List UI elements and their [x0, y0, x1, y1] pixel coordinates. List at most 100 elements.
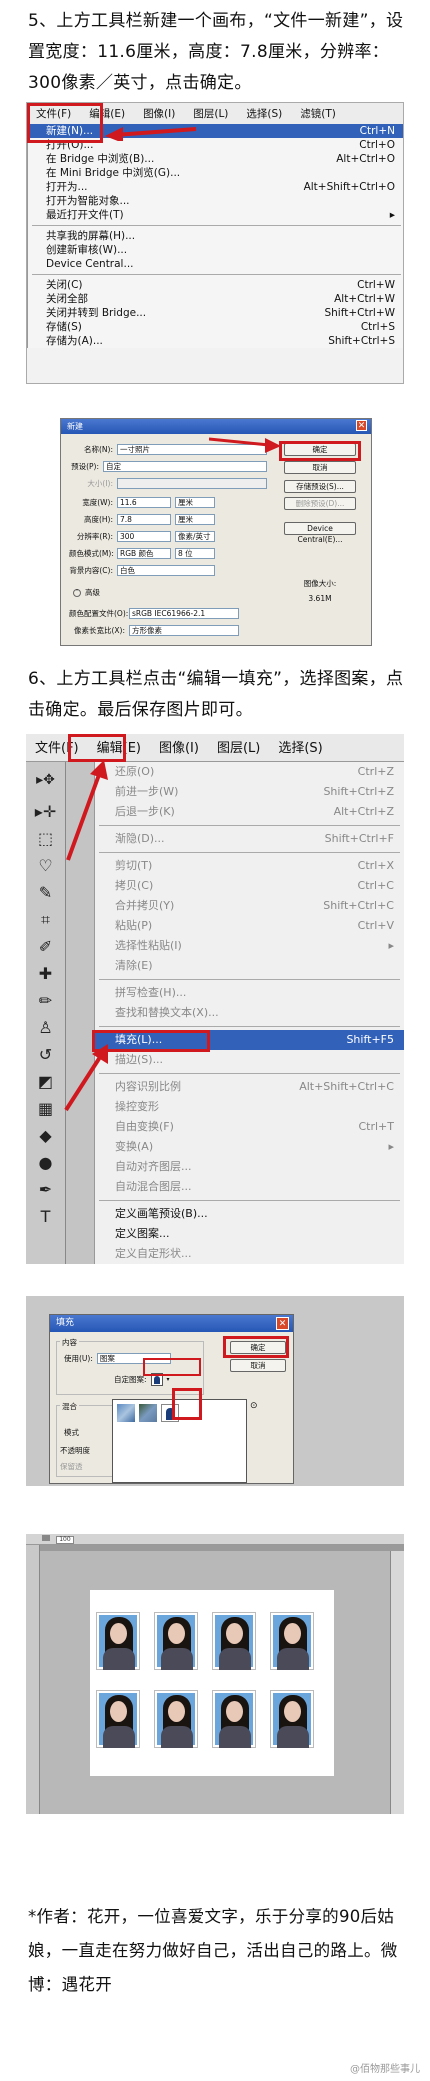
menu-item-label: 清除(E) — [115, 959, 153, 972]
menu-item-label: 后退一步(K) — [115, 805, 175, 818]
cancel-button[interactable]: 取消 — [230, 1359, 286, 1372]
background-select[interactable]: 白色 — [117, 565, 215, 576]
menu-item[interactable]: 打开为智能对象... — [28, 194, 403, 208]
custom-pattern-label: 自定图案: — [114, 1375, 147, 1384]
menu-item-shortcut: ▸ — [388, 1140, 394, 1153]
menu-item-shortcut: Shift+Ctrl+F — [324, 832, 394, 845]
menu-bar-item[interactable]: 选择(S) — [237, 103, 291, 124]
menu-item-label: Device Central... — [46, 258, 134, 270]
author-note: *作者：花开，一位喜爱文字，乐于分享的90后姑娘，一直走在努力做好自己，活出自己… — [28, 1907, 398, 1994]
pattern-thumb[interactable] — [117, 1404, 135, 1422]
menu-item: 查找和替换文本(X)... — [95, 1003, 404, 1023]
file-menu-list: 新建(N)... Ctrl+N 打开(O)... Ctrl+O 在 Bridge 中浏览… — [27, 124, 403, 348]
resolution-unit-select[interactable]: 像素/英寸 — [175, 531, 215, 542]
height-field[interactable]: 7.8 — [117, 514, 171, 525]
menu-item-label: 选择性粘贴(I) — [115, 939, 182, 952]
advanced-label: 高级 — [85, 588, 100, 597]
menu-item[interactable]: 定义图案... — [95, 1224, 404, 1244]
menu-item[interactable]: 关闭(C) Ctrl+W — [28, 278, 403, 292]
image-size-label: 图像大小: — [303, 579, 337, 588]
options-bar: 100 — [26, 1534, 404, 1545]
pen-tool-icon[interactable]: ✒ — [26, 1176, 65, 1203]
healing-tool-icon[interactable]: ✚ — [26, 960, 65, 987]
menu-item-shortcut: Shift+Ctrl+W — [324, 307, 395, 319]
dropdown-arrow-icon[interactable]: ▾ — [167, 1376, 170, 1383]
menu-item-label: 关闭并转到 Bridge... — [46, 307, 147, 319]
width-unit-select[interactable]: 厘米 — [175, 497, 215, 508]
id-photo — [96, 1612, 140, 1670]
expand-icon[interactable]: ˄ — [73, 588, 81, 597]
menu-item-shortcut: Ctrl+N — [359, 125, 395, 137]
zoom-field[interactable]: 100 — [55, 1536, 74, 1544]
menu-item[interactable]: 关闭全部 Alt+Ctrl+W — [28, 292, 403, 306]
canvas — [90, 1590, 334, 1776]
brush-tool-icon[interactable]: ✏ — [26, 987, 65, 1014]
background-label: 背景内容(C): — [69, 566, 113, 575]
menu-item-label: 共享我的屏幕(H)... — [46, 230, 136, 242]
menu-item-shortcut: Alt+Ctrl+Z — [333, 805, 394, 818]
scrollbar[interactable] — [390, 1551, 404, 1814]
cancel-button[interactable]: 取消 — [284, 461, 356, 474]
bit-depth-select[interactable]: 8 位 — [175, 548, 215, 559]
fill-dialog-screenshot: 填充 ✕ 内容 使用(U): 图案 自定图案: ▾ 混合 模式 不透明度 保留透 … — [26, 1296, 404, 1486]
color-mode-label: 颜色模式(M): — [69, 549, 114, 558]
menu-item-shortcut: Shift+Ctrl+C — [323, 899, 394, 912]
gear-icon[interactable]: ⊙ — [250, 1401, 258, 1411]
blur-tool-icon[interactable]: ◆ — [26, 1122, 65, 1149]
new-dialog-title: 新建 — [67, 422, 83, 431]
menu-item[interactable]: 存储(S) Ctrl+S — [28, 320, 403, 334]
menu-item[interactable]: 在 Mini Bridge 中浏览(G)... — [28, 166, 403, 180]
width-field[interactable]: 11.6 — [117, 497, 171, 508]
page: 5、上方工具栏新建一个画布，“文件一新建”，设置宽度：11.6厘米，高度：7.8… — [0, 0, 430, 2081]
profile-select[interactable]: sRGB IEC61966-2.1 — [129, 608, 239, 619]
height-unit-select[interactable]: 厘米 — [175, 514, 215, 525]
menu-item-label: 创建新审核(W)... — [46, 244, 128, 256]
quick-select-icon[interactable]: ✎ — [26, 879, 65, 906]
menu-item-label: 关闭全部 — [46, 293, 88, 305]
menu-item[interactable]: 关闭并转到 Bridge... Shift+Ctrl+W — [28, 306, 403, 320]
save-preset-button[interactable]: 存储预设(S)... — [284, 480, 356, 493]
menu-bar-item[interactable]: 图层(L) — [208, 734, 269, 761]
menu-item[interactable]: Device Central... — [28, 257, 403, 271]
menu-item[interactable]: 共享我的屏幕(H)... — [28, 229, 403, 243]
menu-item[interactable]: 存储为(A)... Shift+Ctrl+S — [28, 334, 403, 348]
id-photo — [212, 1690, 256, 1748]
id-photo — [212, 1612, 256, 1670]
content-label: 内容 — [60, 1337, 79, 1348]
menu-item[interactable]: 最近打开文件(T) ▸ — [28, 208, 403, 222]
menu-item-label: 关闭(C) — [46, 279, 83, 291]
name-label: 名称(N): — [84, 445, 113, 454]
close-icon[interactable]: ✕ — [276, 1317, 289, 1330]
menu-separator — [99, 825, 400, 826]
menu-item-shortcut: Ctrl+S — [360, 321, 395, 333]
device-central-button[interactable]: Device Central(E)... — [284, 522, 356, 544]
menu-item[interactable]: 在 Bridge 中浏览(B)... Alt+Ctrl+O — [28, 152, 403, 166]
menu-item[interactable]: 定义画笔预设(B)... — [95, 1204, 404, 1224]
resolution-field[interactable]: 300 — [117, 531, 171, 542]
aspect-label: 像素长宽比(X): — [73, 626, 125, 635]
menu-separator — [99, 1026, 400, 1027]
crop-tool-icon[interactable]: ⌗ — [26, 906, 65, 933]
menu-item: 后退一步(K) Alt+Ctrl+Z — [95, 802, 404, 822]
type-tool-icon[interactable]: T — [26, 1203, 65, 1230]
aspect-select[interactable]: 方形像素 — [129, 625, 239, 636]
menu-bar-item[interactable]: 滤镜(T) — [291, 103, 345, 124]
menu-item-shortcut: Ctrl+T — [358, 1120, 394, 1133]
menu-item-label: 查找和替换文本(X)... — [115, 1006, 219, 1019]
close-icon[interactable]: ✕ — [356, 420, 367, 431]
menu-item[interactable]: 创建新审核(W)... — [28, 243, 403, 257]
menu-bar-item[interactable]: 图像(I) — [150, 734, 208, 761]
size-select — [117, 478, 267, 489]
menu-item[interactable]: 打开为... Alt+Shift+Ctrl+O — [28, 180, 403, 194]
menu-bar-item[interactable]: 选择(S) — [269, 734, 331, 761]
menu-item: 自动对齐图层... — [95, 1157, 404, 1177]
pattern-thumb[interactable] — [139, 1404, 157, 1422]
file-menu-screenshot: 文件(F) 编辑(E) 图像(I) 图层(L) 选择(S) 滤镜(T) 新建(N)... C… — [26, 102, 404, 384]
dodge-tool-icon[interactable]: ● — [26, 1149, 65, 1176]
menu-item: 定义自定形状... — [95, 1244, 404, 1264]
eyedropper-tool-icon[interactable]: ✐ — [26, 933, 65, 960]
menu-item-shortcut: Alt+Ctrl+W — [334, 293, 395, 305]
color-mode-select[interactable]: RGB 颜色 — [117, 548, 171, 559]
preset-select[interactable]: 自定 — [103, 461, 267, 472]
menu-item-shortcut: ▸ — [389, 209, 395, 221]
